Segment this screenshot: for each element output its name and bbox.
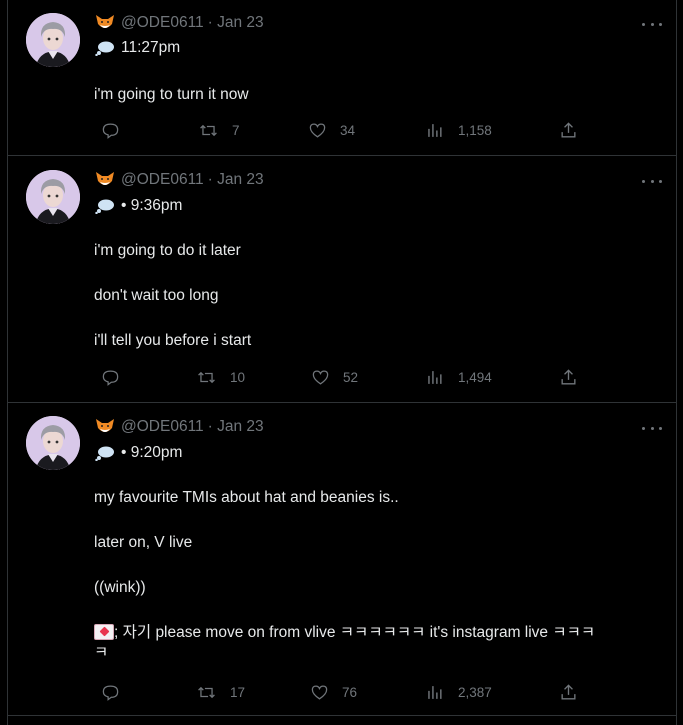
tweet-date[interactable]: · Jan 23 bbox=[208, 418, 264, 436]
time-line: • 9:36pm bbox=[95, 195, 182, 217]
like-button[interactable]: 34 bbox=[308, 119, 355, 141]
retweet-button[interactable]: 10 bbox=[197, 366, 245, 388]
tweet-text: i'm going to do it later don't wait too … bbox=[94, 241, 251, 351]
thought-bubble-icon bbox=[95, 41, 114, 56]
tweet-feed: @ODE0611 · Jan 23 11:27pm i'm going to t… bbox=[7, 0, 677, 725]
time-text: • 9:36pm bbox=[121, 197, 183, 214]
fox-face-icon bbox=[96, 172, 114, 185]
handle[interactable]: @ODE0611 bbox=[121, 14, 204, 32]
text-line: don't wait too long bbox=[94, 287, 219, 304]
action-bar: 7 34 1,158 bbox=[94, 119, 576, 141]
time-text: • 9:20pm bbox=[121, 444, 183, 461]
views-icon bbox=[428, 685, 442, 699]
more-options-icon[interactable] bbox=[642, 421, 662, 435]
views-icon bbox=[428, 123, 442, 137]
fox-face-icon bbox=[96, 419, 114, 432]
views-button[interactable]: 2,387 bbox=[425, 681, 492, 703]
tweet-text: my favourite TMIs about hat and beanies … bbox=[94, 488, 662, 663]
fox-face-icon bbox=[96, 15, 114, 28]
tweet[interactable]: @ODE0611 · Jan 23 11:27pm i'm going to t… bbox=[8, 0, 676, 156]
share-button[interactable] bbox=[559, 681, 592, 703]
love-letter-icon bbox=[94, 624, 114, 640]
text-line: ; 자기 please move on from vlive ㅋㅋㅋㅋㅋㅋ it… bbox=[94, 623, 662, 643]
text-line: ((wink)) bbox=[94, 579, 146, 596]
share-button[interactable] bbox=[559, 119, 592, 141]
thought-bubble-icon bbox=[95, 199, 114, 214]
retweet-icon bbox=[198, 686, 215, 698]
retweet-icon bbox=[200, 124, 217, 136]
like-icon bbox=[311, 685, 328, 700]
avatar[interactable] bbox=[26, 170, 80, 224]
like-icon bbox=[312, 370, 329, 385]
time-line: • 9:20pm bbox=[95, 442, 182, 464]
text-line: my favourite TMIs about hat and beanies … bbox=[94, 489, 399, 506]
text-line: ㅋ bbox=[94, 644, 109, 661]
text-line: i'm going to do it later bbox=[94, 242, 241, 259]
like-count: 34 bbox=[340, 122, 356, 138]
like-icon bbox=[309, 123, 326, 138]
retweet-count: 10 bbox=[230, 369, 246, 385]
retweet-button[interactable]: 7 bbox=[199, 119, 240, 141]
tweet[interactable]: @ODE0611 · Jan 23 • 9:36pm i'm going to … bbox=[8, 156, 676, 403]
view-count: 1,158 bbox=[458, 122, 492, 138]
thought-bubble-icon bbox=[95, 446, 114, 461]
text-line: later on, V live bbox=[94, 534, 193, 551]
text-line: i'll tell you before i start bbox=[94, 332, 252, 349]
reply-icon bbox=[102, 685, 119, 701]
time-text: 11:27pm bbox=[121, 39, 181, 56]
handle[interactable]: @ODE0611 bbox=[121, 418, 204, 436]
text-line: i'm going to turn it now bbox=[94, 86, 249, 103]
reply-button[interactable] bbox=[101, 681, 134, 703]
like-count: 76 bbox=[342, 684, 358, 700]
action-bar: 10 52 1,494 bbox=[94, 366, 576, 388]
time-line: 11:27pm bbox=[95, 37, 180, 59]
share-icon bbox=[561, 683, 576, 700]
view-count: 1,494 bbox=[458, 369, 492, 385]
view-count: 2,387 bbox=[458, 684, 492, 700]
tweet-header: @ODE0611 · Jan 23 bbox=[95, 170, 264, 190]
tweet-date[interactable]: · Jan 23 bbox=[208, 14, 264, 32]
tweet[interactable]: @ODE0611 · Jan 23 • 9:20pm my favourite … bbox=[8, 403, 676, 716]
tweet-header: @ODE0611 · Jan 23 bbox=[95, 417, 264, 437]
like-button[interactable]: 52 bbox=[311, 366, 358, 388]
share-button[interactable] bbox=[559, 366, 592, 388]
retweet-icon bbox=[198, 371, 215, 383]
share-icon bbox=[561, 368, 576, 385]
views-button[interactable]: 1,494 bbox=[425, 366, 492, 388]
action-bar: 17 76 2,387 bbox=[94, 681, 576, 703]
tweet-header: @ODE0611 · Jan 23 bbox=[95, 13, 264, 33]
more-options-icon[interactable] bbox=[642, 174, 662, 188]
views-icon bbox=[428, 370, 442, 384]
handle[interactable]: @ODE0611 bbox=[121, 171, 204, 189]
like-count: 52 bbox=[343, 369, 359, 385]
more-options-icon[interactable] bbox=[642, 17, 662, 31]
like-button[interactable]: 76 bbox=[310, 681, 357, 703]
avatar[interactable] bbox=[26, 416, 80, 470]
reply-icon bbox=[102, 123, 119, 139]
reply-button[interactable] bbox=[101, 366, 134, 388]
retweet-button[interactable]: 17 bbox=[197, 681, 245, 703]
tweet-date[interactable]: · Jan 23 bbox=[208, 171, 264, 189]
reply-button[interactable] bbox=[101, 119, 134, 141]
views-button[interactable]: 1,158 bbox=[425, 119, 492, 141]
retweet-count: 7 bbox=[232, 122, 240, 138]
retweet-count: 17 bbox=[230, 684, 246, 700]
text-fragment: ; 자기 please move on from vlive ㅋㅋㅋㅋㅋㅋ it… bbox=[114, 624, 596, 641]
reply-icon bbox=[102, 370, 119, 386]
tweet-text: i'm going to turn it now bbox=[94, 85, 249, 105]
share-icon bbox=[561, 121, 576, 138]
avatar[interactable] bbox=[26, 13, 80, 67]
